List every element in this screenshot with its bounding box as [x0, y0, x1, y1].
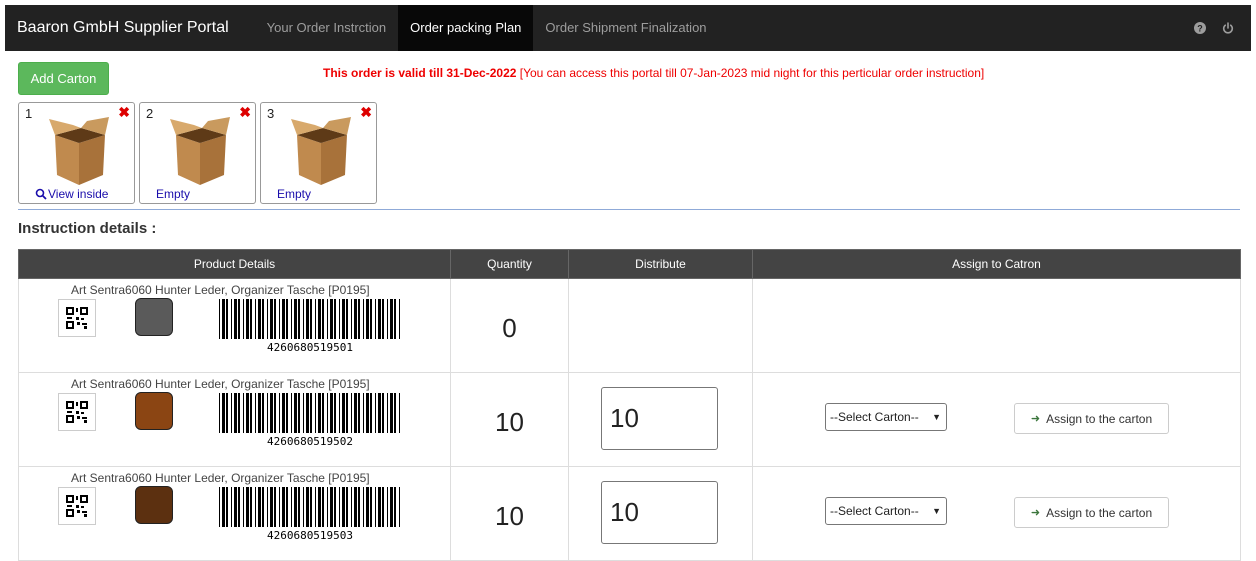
carton-card[interactable]: 1 ✖ View inside: [18, 102, 135, 204]
assign-cell: [752, 278, 1241, 373]
section-title: Instruction details :: [18, 220, 157, 237]
assign-to-carton-button[interactable]: ➜ Assign to the carton: [1014, 497, 1169, 528]
view-inside-link[interactable]: View inside: [35, 187, 108, 201]
nav-order-packing-plan[interactable]: Order packing Plan: [398, 5, 534, 51]
validity-detail: [You can access this portal till 07-Jan-…: [516, 66, 985, 80]
search-icon: [35, 188, 47, 200]
distribute-input[interactable]: [601, 387, 718, 450]
carton-empty-link[interactable]: Empty: [277, 187, 311, 201]
validity-notice: This order is valid till 31-Dec-2022 [Yo…: [323, 66, 984, 80]
column-header: Distribute: [568, 249, 753, 279]
quantity-value: 10: [495, 501, 524, 531]
nav-your-order-instruction[interactable]: Your Order Instrction: [255, 5, 398, 51]
carton-box-icon: [291, 117, 351, 185]
barcode-number: 4260680519502: [224, 436, 396, 448]
quantity-cell: 10: [450, 466, 569, 561]
carton-empty-link[interactable]: Empty: [156, 187, 190, 201]
delete-icon[interactable]: ✖: [360, 104, 372, 121]
product-details-cell: Art Sentra6060 Hunter Leder, Organizer T…: [18, 466, 451, 561]
product-details-cell: Art Sentra6060 Hunter Leder, Organizer T…: [18, 278, 451, 373]
assign-button-label: Assign to the carton: [1046, 505, 1153, 520]
carton-list: 1 ✖ View inside 2 ✖ Empty 3 ✖ Empty: [18, 102, 377, 204]
assign-button-label: Assign to the carton: [1046, 411, 1153, 426]
quantity-value: 10: [495, 407, 524, 437]
distribute-cell: [568, 278, 753, 373]
color-swatch: [135, 392, 173, 430]
instruction-table: Product Details Quantity Distribute Assi…: [18, 249, 1241, 561]
question-icon[interactable]: ?: [1193, 21, 1207, 35]
add-carton-button[interactable]: Add Carton: [18, 62, 109, 95]
carton-box-icon: [170, 117, 230, 185]
carton-number: 3: [267, 106, 275, 121]
color-swatch: [135, 298, 173, 336]
delete-icon[interactable]: ✖: [239, 104, 251, 121]
chevron-down-icon: ▼: [932, 412, 941, 422]
section-divider: [18, 209, 1240, 210]
assign-cell: --Select Carton-- ▼ ➜ Assign to the carton: [752, 466, 1241, 561]
product-title: Art Sentra6060 Hunter Leder, Organizer T…: [71, 471, 370, 485]
column-header: Assign to Catron: [752, 249, 1241, 279]
distribute-cell: [568, 466, 753, 561]
qr-code-icon: [58, 393, 96, 431]
select-carton-value: --Select Carton--: [830, 504, 919, 518]
table-header-row: Product Details Quantity Distribute Assi…: [18, 249, 1241, 279]
quantity-cell: 10: [450, 372, 569, 467]
table-row: Art Sentra6060 Hunter Leder, Organizer T…: [18, 278, 1241, 373]
table-row: Art Sentra6060 Hunter Leder, Organizer T…: [18, 466, 1241, 561]
assign-cell: --Select Carton-- ▼ ➜ Assign to the carton: [752, 372, 1241, 467]
carton-number: 2: [146, 106, 154, 121]
carton-card[interactable]: 3 ✖ Empty: [260, 102, 377, 204]
table-row: Art Sentra6060 Hunter Leder, Organizer T…: [18, 372, 1241, 467]
assign-to-carton-button[interactable]: ➜ Assign to the carton: [1014, 403, 1169, 434]
qr-code-icon: [58, 487, 96, 525]
carton-number: 1: [25, 106, 33, 121]
carton-box-icon: [49, 117, 109, 185]
barcode-number: 4260680519501: [224, 342, 396, 354]
delete-icon[interactable]: ✖: [118, 104, 130, 121]
barcode-number: 4260680519503: [224, 530, 396, 542]
power-icon[interactable]: [1221, 21, 1235, 35]
carton-link-label: View inside: [48, 187, 109, 201]
barcode-image: [219, 393, 400, 433]
column-header: Product Details: [18, 249, 451, 279]
quantity-value: 0: [502, 313, 517, 343]
quantity-cell: 0: [450, 278, 569, 373]
carton-link-label: Empty: [156, 187, 191, 201]
distribute-input[interactable]: [601, 481, 718, 544]
qr-code-icon: [58, 299, 96, 337]
select-carton-dropdown[interactable]: --Select Carton-- ▼: [825, 497, 947, 525]
sign-in-icon: ➜: [1030, 413, 1041, 425]
validity-date: This order is valid till 31-Dec-2022: [323, 66, 517, 80]
select-carton-dropdown[interactable]: --Select Carton-- ▼: [825, 403, 947, 431]
product-title: Art Sentra6060 Hunter Leder, Organizer T…: [71, 283, 370, 297]
product-title: Art Sentra6060 Hunter Leder, Organizer T…: [71, 377, 370, 391]
column-header: Quantity: [450, 249, 569, 279]
top-navbar: Baaron GmbH Supplier Portal Your Order I…: [5, 5, 1251, 51]
nav-order-shipment-finalization[interactable]: Order Shipment Finalization: [533, 5, 718, 51]
barcode-image: [219, 299, 400, 339]
product-details-cell: Art Sentra6060 Hunter Leder, Organizer T…: [18, 372, 451, 467]
select-carton-value: --Select Carton--: [830, 410, 919, 424]
distribute-cell: [568, 372, 753, 467]
chevron-down-icon: ▼: [932, 506, 941, 516]
svg-text:?: ?: [1197, 24, 1203, 34]
brand-title[interactable]: Baaron GmbH Supplier Portal: [5, 19, 245, 37]
color-swatch: [135, 486, 173, 524]
sign-in-icon: ➜: [1030, 507, 1041, 519]
barcode-image: [219, 487, 400, 527]
carton-link-label: Empty: [277, 187, 312, 201]
carton-card[interactable]: 2 ✖ Empty: [139, 102, 256, 204]
